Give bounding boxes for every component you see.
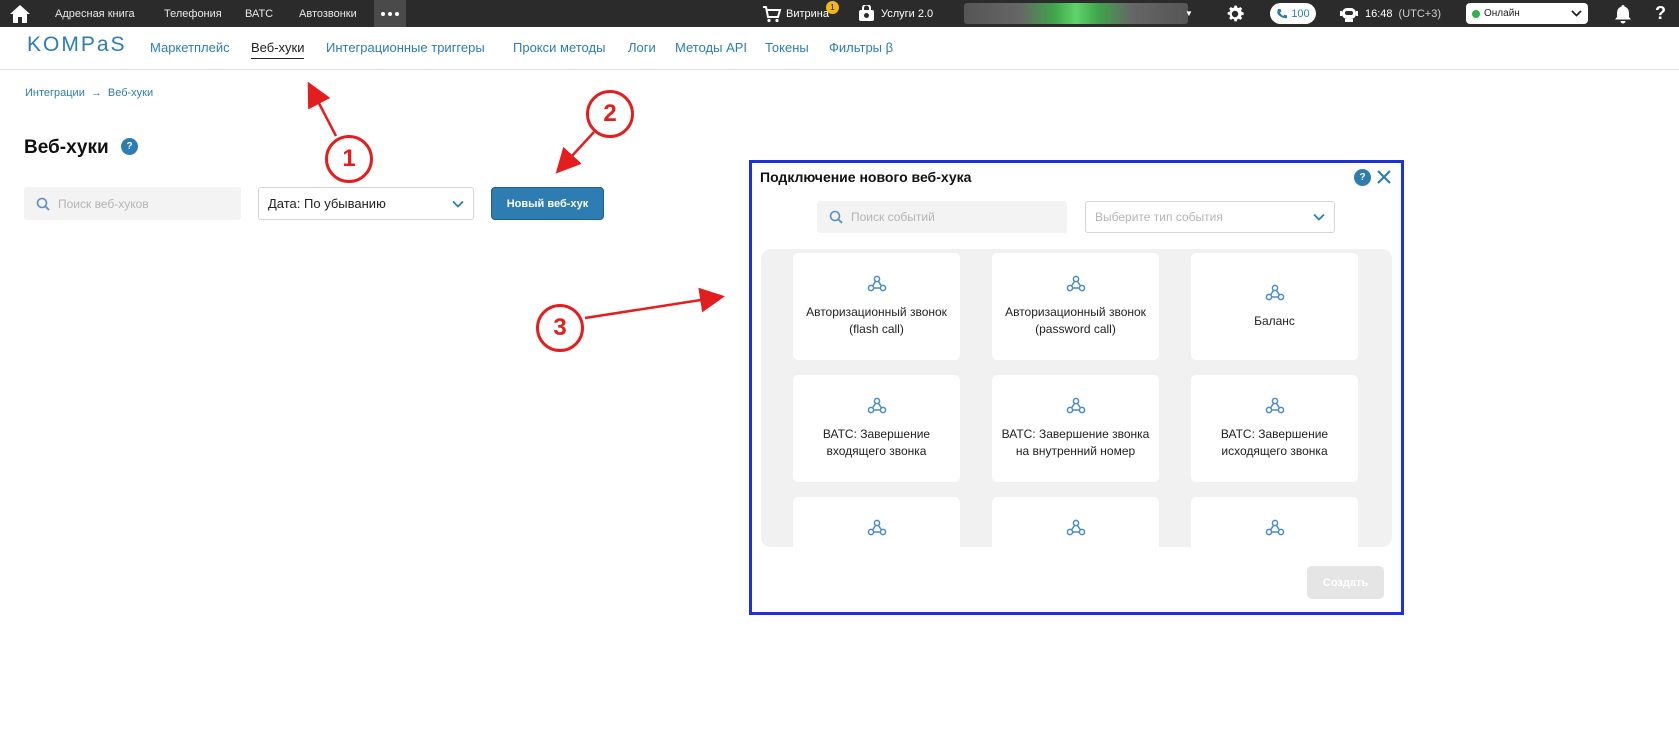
breadcrumb: Интеграции → Веб-хуки — [25, 87, 153, 99]
modal-help-icon[interactable]: ? — [1354, 169, 1371, 186]
account-chevron-icon[interactable]: ▼ — [1185, 0, 1193, 27]
clock-timezone: (UTC+3) — [1398, 7, 1442, 20]
event-type-select[interactable]: Выберите тип события — [1085, 201, 1335, 233]
event-card[interactable]: Авторизационный звонок (password call) — [992, 253, 1159, 360]
status-select[interactable]: Онлайн — [1466, 3, 1588, 24]
annotation-arrow-3 — [584, 287, 725, 320]
new-webhook-modal: Подключение нового веб-хука ? Поиск собы… — [749, 160, 1404, 615]
help-question-icon[interactable]: ? — [1655, 0, 1666, 27]
clock: 16:48 (UTC+3) — [1339, 0, 1441, 27]
calls-count: 100 — [1291, 7, 1310, 20]
tab-logs[interactable]: Логи — [628, 40, 656, 55]
tab-integration-triggers[interactable]: Интеграционные триггеры — [326, 40, 485, 55]
annotation-marker-2: 2 — [586, 90, 634, 138]
event-cards-grid: Авторизационный звонок (flash call) Автор… — [761, 249, 1392, 547]
event-type-placeholder: Выберите тип события — [1095, 210, 1223, 224]
annotation-arrow-2 — [555, 131, 595, 174]
event-card-label: ВАТС: Завершение входящего звонка — [822, 427, 931, 458]
arrow-right-icon: → — [90, 87, 102, 99]
vitrina-badge: 1 — [826, 1, 839, 14]
modal-title: Подключение нового веб-хука — [760, 169, 972, 185]
topnav-telephony[interactable]: Телефония — [164, 0, 222, 27]
breadcrumb-webhooks[interactable]: Веб-хуки — [108, 87, 153, 99]
robot-operator-icon — [1340, 7, 1358, 22]
page-title: Веб-хуки — [24, 137, 109, 158]
cart-icon — [763, 5, 782, 22]
event-card-label: Авторизационный звонок (flash call) — [806, 305, 947, 336]
event-card[interactable]: Авторизационный звонок (flash call) — [793, 253, 960, 360]
webhook-icon — [1265, 519, 1285, 542]
settings-gear-icon[interactable] — [1224, 0, 1246, 27]
tab-marketplace[interactable]: Маркетплейс — [150, 40, 230, 55]
tab-proxy-methods[interactable]: Прокси методы — [513, 40, 605, 55]
webhook-search-placeholder: Поиск веб-хуков — [58, 196, 149, 211]
chevron-down-icon — [452, 200, 464, 208]
sort-value: Дата: По убыванию — [268, 196, 386, 211]
event-card-label: Авторизационный звонок (password call) — [1005, 305, 1146, 336]
home-icon[interactable] — [9, 0, 31, 27]
webhook-icon — [1066, 397, 1086, 420]
vitrina-link[interactable]: Витрина — [762, 0, 829, 27]
search-icon — [829, 210, 843, 224]
tab-tokens[interactable]: Токены — [765, 40, 809, 55]
topnav-address-book[interactable]: Адресная книга — [55, 0, 135, 27]
account-selector[interactable] — [964, 3, 1188, 24]
webhook-icon — [867, 397, 887, 420]
chevron-down-icon — [1571, 10, 1582, 17]
services-label: Услуги 2.0 — [881, 7, 934, 20]
webhook-icon — [1066, 275, 1086, 298]
topnav-autocalls[interactable]: Автозвонки — [299, 0, 357, 27]
event-card[interactable]: ВАТС: Завершение входящего звонка — [793, 375, 960, 482]
event-card[interactable]: ВАТС: Завершение звонка на внутренний но… — [992, 375, 1159, 482]
event-search-placeholder: Поиск событий — [851, 210, 935, 224]
notifications-bell-icon[interactable] — [1614, 0, 1632, 27]
create-button[interactable]: Создать — [1307, 566, 1384, 599]
phone-icon — [1277, 8, 1288, 18]
tab-webhooks[interactable]: Веб-хуки — [251, 40, 305, 59]
event-search-input[interactable]: Поиск событий — [817, 201, 1067, 233]
top-bar: Адресная книга Телефония ВАТС Автозвонки… — [0, 0, 1679, 27]
sort-select[interactable]: Дата: По убыванию — [258, 187, 474, 220]
event-card-label: Баланс — [1254, 313, 1295, 328]
event-card-label: ВАТС: Завершение исходящего звонка — [1220, 427, 1329, 458]
webhook-search-input[interactable]: Поиск веб-хуков — [24, 187, 241, 220]
status-value: Онлайн — [1484, 8, 1520, 19]
annotation-arrow-1 — [307, 81, 338, 137]
close-icon[interactable] — [1374, 167, 1394, 187]
event-card[interactable]: Баланс — [1191, 253, 1358, 360]
tab-filters-beta[interactable]: Фильтры β — [829, 40, 893, 55]
event-card[interactable] — [793, 497, 960, 547]
event-card-label: ВАТС: Завершение звонка на внутренний но… — [1001, 427, 1150, 458]
webhook-icon — [867, 275, 887, 298]
webhook-icon — [867, 519, 887, 542]
clock-time: 16:48 — [1365, 7, 1393, 20]
chevron-down-icon — [1313, 213, 1325, 221]
online-status-dot — [1472, 9, 1480, 18]
event-card[interactable] — [1191, 497, 1358, 547]
webhook-icon — [1066, 519, 1086, 542]
breadcrumb-integrations[interactable]: Интеграции — [25, 87, 85, 99]
vitrina-label: Витрина — [786, 7, 829, 20]
search-icon — [36, 197, 50, 211]
kompas-logo[interactable]: KOMPaS — [27, 33, 127, 57]
topnav-vats[interactable]: ВАТС — [245, 0, 273, 27]
services-link[interactable]: Услуги 2.0 — [858, 0, 933, 27]
services-bag-icon — [859, 5, 874, 21]
tab-api-methods[interactable]: Методы API — [675, 40, 747, 55]
event-card[interactable]: ВАТС: Завершение исходящего звонка — [1191, 375, 1358, 482]
new-webhook-button[interactable]: Новый веб-хук — [491, 187, 604, 220]
calls-counter[interactable]: 100 — [1270, 3, 1316, 24]
annotation-marker-1: 1 — [325, 135, 373, 183]
webhook-icon — [1265, 284, 1285, 307]
page-help-icon[interactable]: ? — [121, 138, 138, 155]
event-card[interactable] — [992, 497, 1159, 547]
section-nav: KOMPaS Маркетплейс Веб-хуки Интеграционн… — [0, 27, 1679, 70]
annotation-marker-3: 3 — [536, 304, 584, 352]
more-menu-button[interactable] — [374, 0, 406, 27]
webhook-icon — [1265, 397, 1285, 420]
